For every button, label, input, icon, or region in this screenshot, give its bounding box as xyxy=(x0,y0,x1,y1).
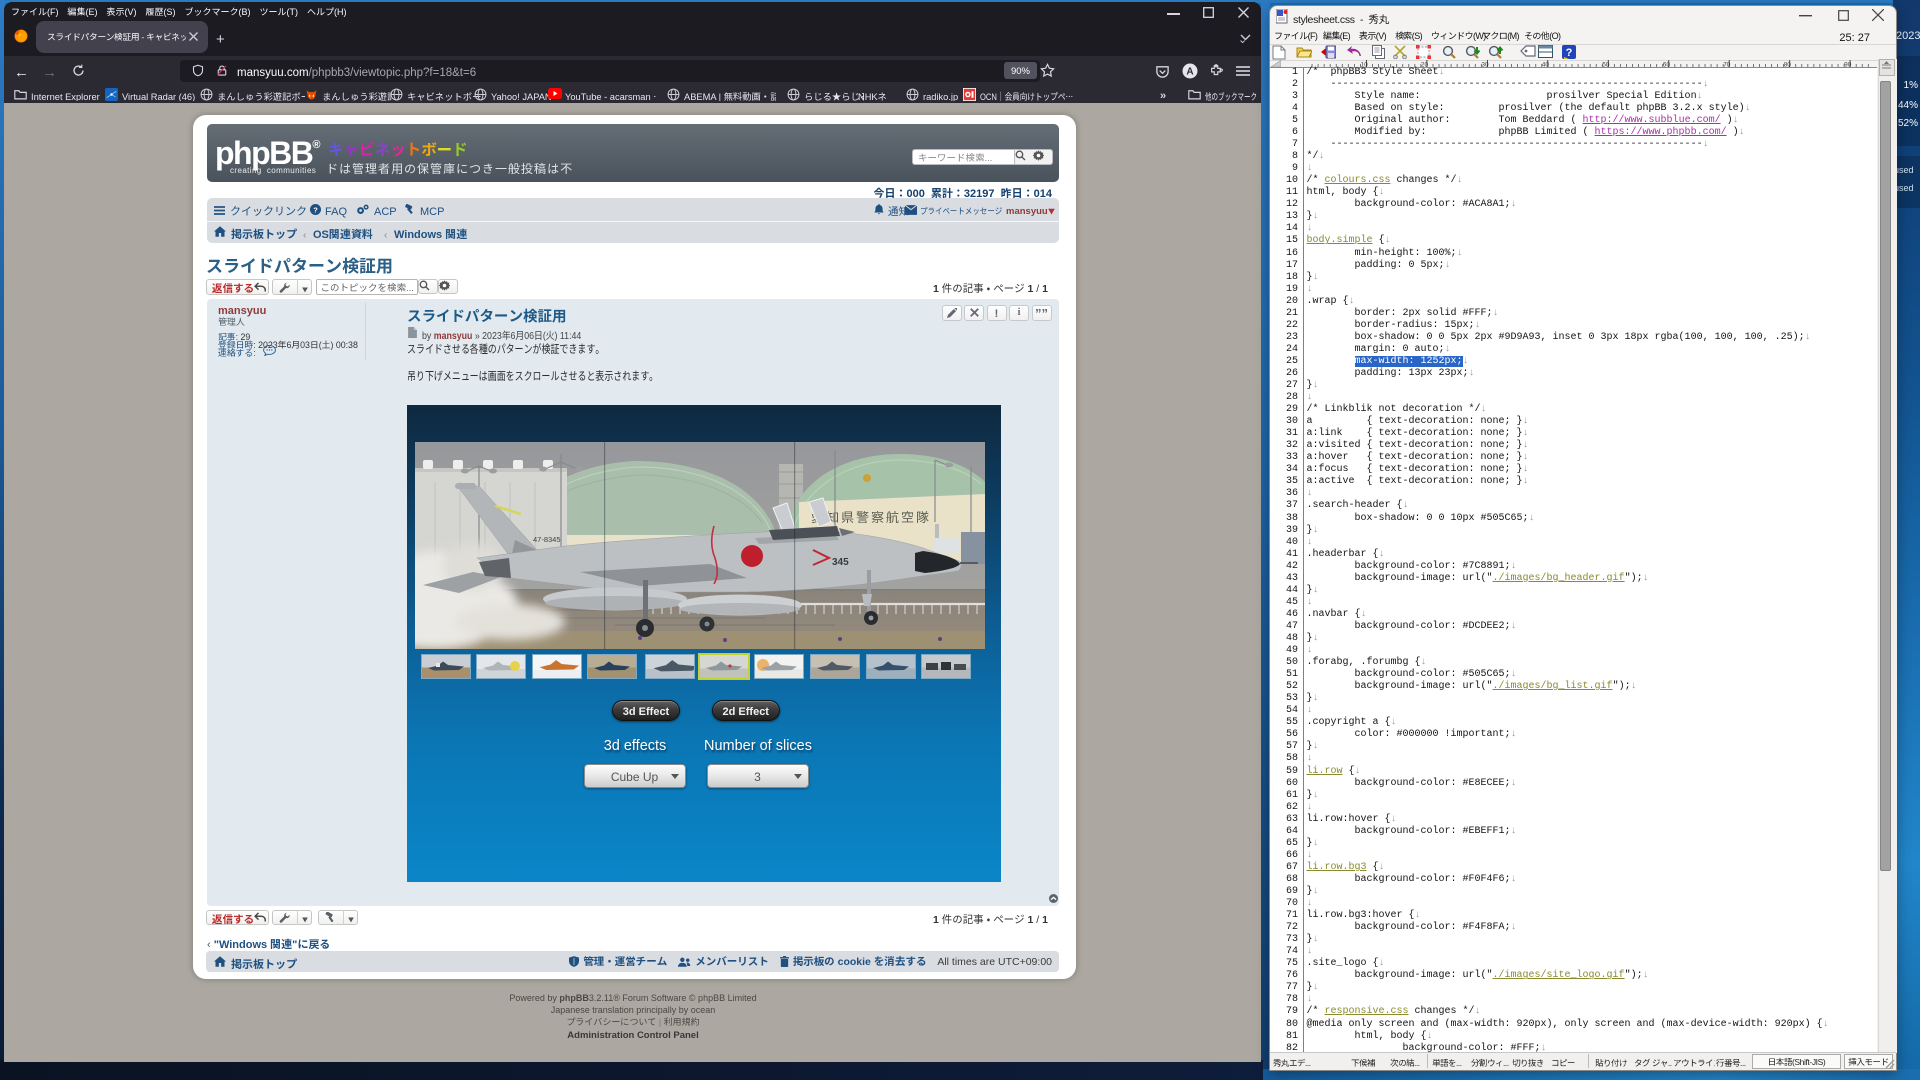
svg-text:?: ? xyxy=(1566,47,1573,59)
svg-text:A: A xyxy=(1186,67,1193,78)
svg-text:?: ? xyxy=(313,205,318,214)
svg-text:47-8345: 47-8345 xyxy=(533,535,561,544)
svg-text:345: 345 xyxy=(832,557,849,568)
